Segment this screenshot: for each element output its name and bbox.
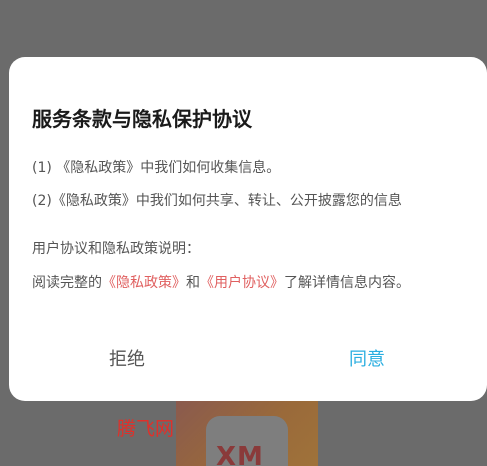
explain-heading: 用户协议和隐私政策说明： bbox=[32, 241, 200, 257]
user-agreement-link[interactable]: 《用户协议》 bbox=[200, 275, 284, 291]
privacy-policy-link[interactable]: 《隐私政策》 bbox=[102, 275, 186, 291]
policy-item-share: (2)《隐私政策》中我们如何共享、转让、公开披露您的信息 bbox=[32, 193, 402, 209]
explain-suffix: 了解详情信息内容。 bbox=[284, 275, 410, 291]
explain-text: 阅读完整的《隐私政策》和《用户协议》了解详情信息内容。 bbox=[32, 272, 410, 292]
screen: XM 腾飞网 服务条款与隐私保护协议 (1) 《隐私政策》中我们如何收集信息。 … bbox=[0, 0, 487, 466]
app-logo: XM bbox=[176, 400, 318, 466]
agree-button[interactable]: 同意 bbox=[341, 341, 393, 375]
explain-prefix: 阅读完整的 bbox=[32, 275, 102, 291]
app-logo-text: XM bbox=[216, 442, 264, 466]
privacy-dialog: 服务条款与隐私保护协议 (1) 《隐私政策》中我们如何收集信息。 (2)《隐私政… bbox=[9, 57, 487, 401]
dialog-title: 服务条款与隐私保护协议 bbox=[32, 107, 252, 131]
watermark-text: 腾飞网 bbox=[117, 418, 175, 440]
reject-button[interactable]: 拒绝 bbox=[101, 341, 153, 375]
policy-item-collect: (1) 《隐私政策》中我们如何收集信息。 bbox=[32, 160, 281, 176]
explain-and: 和 bbox=[186, 275, 200, 291]
